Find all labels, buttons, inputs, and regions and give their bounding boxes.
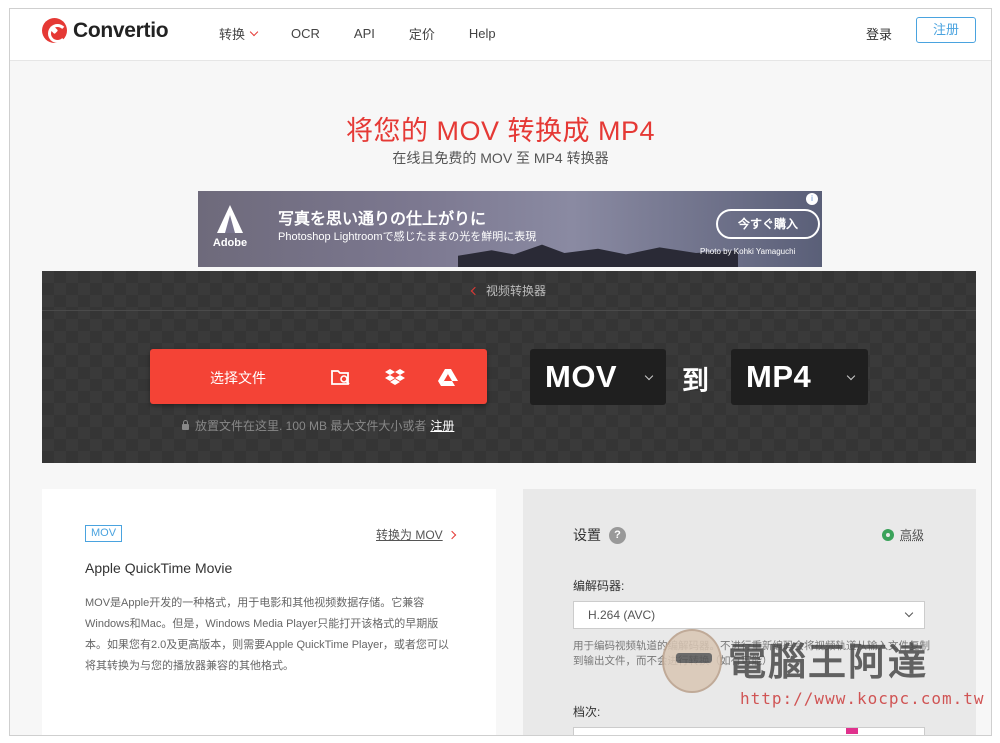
format-tag: MOV	[85, 525, 123, 542]
mascot-icon	[662, 629, 722, 693]
page-subtitle: 在线且免费的 MOV 至 MP4 转换器	[392, 150, 609, 166]
advanced-settings-link[interactable]: 高级	[882, 526, 924, 543]
format-name: Apple QuickTime Movie	[85, 560, 233, 576]
ad-info-icon[interactable]: i	[806, 193, 818, 205]
convertio-logo[interactable]: Convertio	[42, 18, 169, 43]
convertio-logo-icon	[42, 18, 67, 43]
folder-search-icon[interactable]	[330, 366, 352, 388]
dropbox-icon[interactable]	[384, 366, 406, 388]
ad-headline: 写真を思い通りの仕上がりに	[278, 211, 487, 228]
chevron-down-icon	[846, 371, 856, 381]
level-select[interactable]	[573, 727, 925, 735]
watermark-title: 電腦王阿達	[728, 640, 929, 684]
logo-text: Convertio	[73, 18, 169, 42]
nav-help[interactable]: Help	[469, 24, 496, 43]
to-label: 到	[682, 366, 709, 396]
chevron-down-icon	[904, 608, 914, 618]
chevron-right-icon	[447, 530, 456, 540]
browser-viewport: Convertio 转换 OCR API 定价 Help 登录 注册 将您的 M…	[9, 8, 992, 736]
ad-banner[interactable]: Adobe 写真を思い通りの仕上がりに Photoshop Lightroomで…	[198, 191, 822, 267]
google-drive-icon[interactable]	[437, 366, 459, 388]
from-format-select[interactable]: MOV	[530, 349, 666, 405]
chevron-down-icon	[644, 371, 654, 381]
gear-icon	[882, 528, 894, 541]
level-marker	[846, 728, 858, 734]
main-nav: 转换 OCR API 定价 Help	[219, 24, 530, 43]
convert-to-mov-link[interactable]: 转换为 MOV	[376, 526, 456, 543]
settings-heading: 设置 ?	[573, 525, 626, 545]
to-format-select[interactable]: MP4	[731, 349, 868, 405]
chevron-left-icon	[470, 286, 480, 296]
help-icon[interactable]: ?	[609, 526, 626, 544]
ad-photo-credit: Photo by Kohki Yamaguchi	[700, 247, 796, 256]
choose-file-button[interactable]: 选择文件	[150, 349, 487, 404]
choose-file-label: 选择文件	[210, 370, 266, 386]
adobe-icon	[214, 205, 246, 233]
top-header: Convertio 转换 OCR API 定价 Help 登录 注册	[10, 9, 991, 61]
page-title: 将您的 MOV 转换成 MP4	[345, 116, 656, 146]
nav-ocr[interactable]: OCR	[291, 24, 320, 43]
lock-icon	[182, 420, 189, 430]
converter-breadcrumb[interactable]: 视频转换器	[42, 271, 976, 311]
site-watermark: 電腦王阿達 http://www.kocpc.com.tw	[662, 619, 984, 711]
ad-copy: Photoshop Lightroomで感じたままの光を鮮明に表現	[278, 231, 537, 243]
upload-hint: 放置文件在这里. 100 MB 最大文件大小或者 注册	[182, 417, 454, 434]
nav-pricing[interactable]: 定价	[409, 24, 435, 43]
codec-label: 编解码器:	[573, 579, 625, 593]
adobe-logo: Adobe	[204, 199, 256, 259]
ad-buy-button[interactable]: 今すぐ購入	[716, 209, 820, 239]
level-label: 档次:	[573, 705, 601, 719]
login-link[interactable]: 登录	[866, 24, 892, 43]
watermark-url: http://www.kocpc.com.tw	[740, 689, 985, 708]
converter-panel: 视频转换器 选择文件 放置文件在这里. 100 MB 最大文件大小或者 注册 MO…	[42, 271, 976, 463]
format-info-panel: MOV 转换为 MOV Apple QuickTime Movie MOV是Ap…	[42, 489, 496, 735]
format-description: MOV是Apple开发的一种格式，用于电影和其他视频数据存储。它兼容Window…	[85, 597, 449, 672]
nav-api[interactable]: API	[354, 24, 375, 43]
nav-convert[interactable]: 转换	[219, 24, 259, 43]
chevron-down-icon	[249, 27, 259, 36]
hint-register-link[interactable]: 注册	[430, 419, 454, 433]
signup-button[interactable]: 注册	[916, 17, 976, 43]
